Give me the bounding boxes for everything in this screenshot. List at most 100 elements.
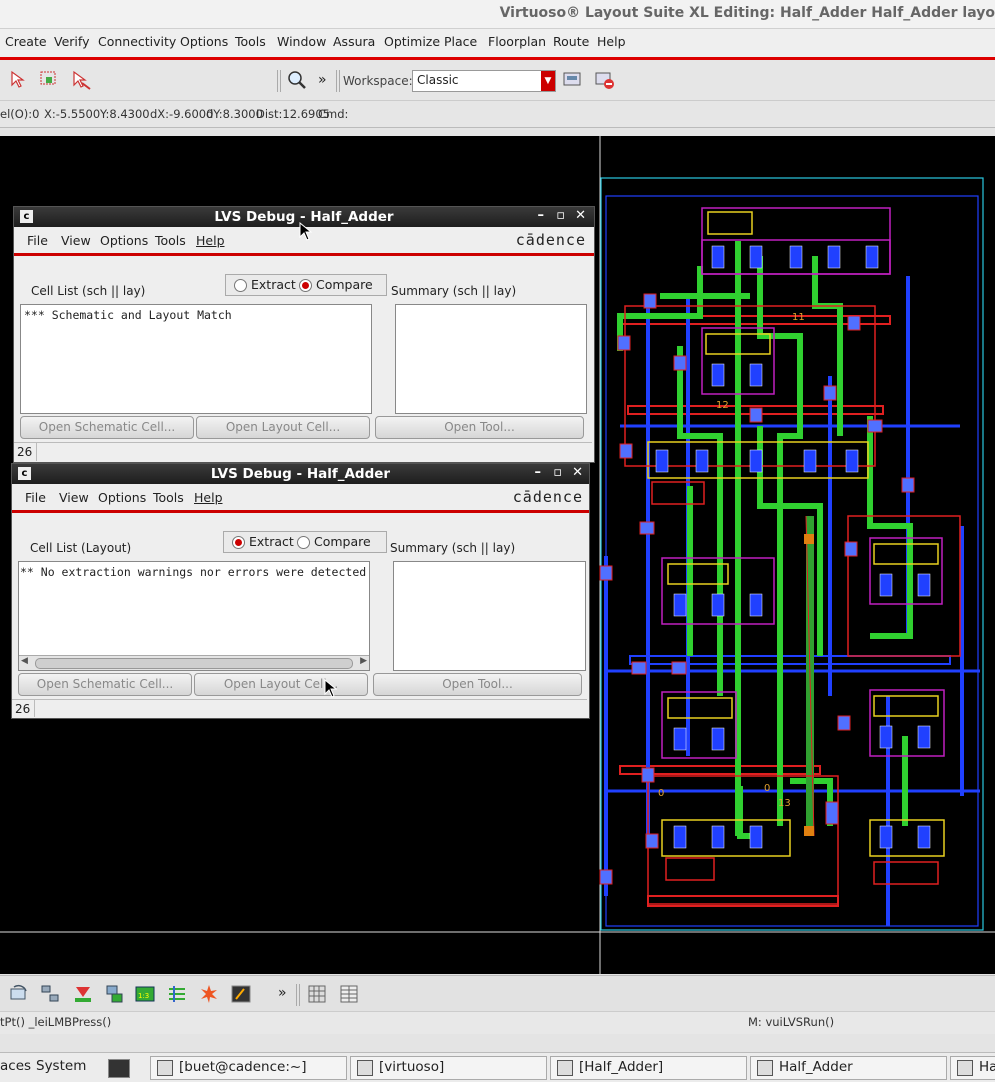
open-tool-button[interactable]: Open Tool... bbox=[373, 673, 582, 696]
script-icon[interactable] bbox=[230, 983, 252, 1005]
terminal-launcher-icon[interactable] bbox=[108, 1059, 130, 1078]
divider bbox=[34, 700, 35, 717]
delete-workspace-icon[interactable] bbox=[594, 69, 616, 91]
scrollbar-thumb[interactable] bbox=[35, 658, 353, 669]
deselect-icon[interactable] bbox=[70, 69, 92, 91]
net-label-12: 12 bbox=[716, 400, 729, 411]
menu-file[interactable]: File bbox=[25, 490, 46, 505]
close-icon[interactable]: ✕ bbox=[572, 465, 583, 480]
grid-icon[interactable] bbox=[306, 983, 328, 1005]
explode-icon[interactable] bbox=[198, 983, 220, 1005]
system-menu[interactable]: System bbox=[36, 1058, 86, 1074]
open-layout-cell-button[interactable]: Open Layout Cell... bbox=[196, 416, 370, 439]
menu-place[interactable]: Place bbox=[444, 34, 477, 49]
task-virtuoso[interactable]: [virtuoso] bbox=[350, 1056, 547, 1080]
menu-create[interactable]: Create bbox=[5, 34, 47, 49]
menu-tools[interactable]: Tools bbox=[153, 490, 184, 505]
select-pointer-icon[interactable] bbox=[8, 69, 30, 91]
cadence-logo: cādence bbox=[515, 231, 586, 249]
route-icon[interactable] bbox=[166, 983, 188, 1005]
menu-window[interactable]: Window bbox=[277, 34, 326, 49]
zoom-icon[interactable] bbox=[286, 69, 308, 91]
open-schematic-cell-button[interactable]: Open Schematic Cell... bbox=[20, 416, 194, 439]
lvs-debug-dialog-compare: c LVS Debug - Half_Adder – ▫ ✕ File View… bbox=[13, 206, 595, 463]
menu-options[interactable]: Options bbox=[98, 490, 146, 505]
menu-file[interactable]: File bbox=[27, 233, 48, 248]
minimize-icon[interactable]: – bbox=[535, 465, 542, 480]
workspace-label: Workspace: bbox=[343, 74, 413, 88]
horizontal-scrollbar[interactable]: ◀ ▶ bbox=[19, 655, 369, 670]
summary-box[interactable] bbox=[395, 304, 587, 414]
menu-help[interactable]: Help bbox=[597, 34, 626, 49]
task-label: Half_Adder bbox=[779, 1059, 853, 1075]
close-icon[interactable]: ✕ bbox=[575, 208, 586, 223]
menu-route[interactable]: Route bbox=[553, 34, 589, 49]
cell-list-box[interactable]: *** Schematic and Layout Match bbox=[20, 304, 372, 414]
marker-icon[interactable] bbox=[72, 983, 94, 1005]
main-toolbar: » Workspace: Classic ▼ bbox=[0, 60, 995, 101]
open-layout-cell-button[interactable]: Open Layout Cell... bbox=[194, 673, 368, 696]
workspace-select[interactable]: Classic ▼ bbox=[412, 70, 556, 92]
task-label: [Half_Adder] bbox=[579, 1059, 664, 1075]
cursor-y: Y:8.4300 bbox=[100, 107, 150, 121]
menu-view[interactable]: View bbox=[61, 233, 91, 248]
save-workspace-icon[interactable] bbox=[562, 69, 584, 91]
mouse-pointer-icon bbox=[299, 222, 313, 241]
dialog-titlebar[interactable]: c LVS Debug - Half_Adder – ▫ ✕ bbox=[12, 464, 589, 484]
chevron-down-icon[interactable]: ▼ bbox=[541, 71, 555, 91]
extract-radio[interactable] bbox=[234, 279, 247, 292]
compare-radio[interactable] bbox=[299, 279, 312, 292]
menu-help[interactable]: Help bbox=[194, 490, 223, 505]
menu-tools[interactable]: Tools bbox=[155, 233, 186, 248]
task-half-adder-schematic[interactable]: [Half_Adder] bbox=[550, 1056, 747, 1080]
cursor-x: X:-5.5500 bbox=[44, 107, 101, 121]
cadence-icon bbox=[357, 1060, 373, 1076]
mouse-binding-middle: M: vuiLVSRun() bbox=[748, 1015, 835, 1029]
minimize-icon[interactable]: – bbox=[538, 208, 545, 223]
menu-connectivity[interactable]: Connectivity bbox=[98, 34, 176, 49]
compare-radio[interactable] bbox=[297, 536, 310, 549]
maximize-icon[interactable]: ▫ bbox=[556, 208, 565, 223]
cell-list-box[interactable]: ** No extraction warnings nor errors wer… bbox=[18, 561, 370, 671]
cell-list-entry[interactable]: ** No extraction warnings nor errors wer… bbox=[20, 565, 366, 579]
task-half-adder-lvs[interactable]: Ha bbox=[950, 1056, 995, 1080]
hierarchy-icon[interactable] bbox=[40, 983, 62, 1005]
task-terminal[interactable]: [buet@cadence:~] bbox=[150, 1056, 347, 1080]
cadence-logo: cādence bbox=[512, 488, 583, 506]
table-icon[interactable] bbox=[338, 983, 360, 1005]
toolbar-more-button[interactable]: » bbox=[318, 72, 327, 88]
extract-radio[interactable] bbox=[232, 536, 245, 549]
task-label: Ha bbox=[979, 1059, 995, 1075]
probe-icon[interactable]: 1:3 bbox=[134, 983, 156, 1005]
menu-options[interactable]: Options bbox=[180, 34, 228, 49]
menu-verify[interactable]: Verify bbox=[54, 34, 89, 49]
places-menu[interactable]: aces bbox=[0, 1058, 31, 1074]
menu-options[interactable]: Options bbox=[100, 233, 148, 248]
menu-help[interactable]: Help bbox=[196, 233, 225, 248]
summary-label: Summary (sch || lay) bbox=[390, 541, 516, 555]
task-half-adder-layout[interactable]: Half_Adder bbox=[750, 1056, 947, 1080]
system-taskbar: aces System [buet@cadence:~] [virtuoso] … bbox=[0, 1052, 995, 1082]
menu-floorplan[interactable]: Floorplan bbox=[488, 34, 546, 49]
menu-assura[interactable]: Assura bbox=[333, 34, 375, 49]
menu-optimize[interactable]: Optimize bbox=[384, 34, 440, 49]
summary-box[interactable] bbox=[393, 561, 586, 671]
maximize-icon[interactable]: ▫ bbox=[553, 465, 562, 480]
open-tool-button[interactable]: Open Tool... bbox=[375, 416, 584, 439]
cell-list-label: Cell List (sch || lay) bbox=[31, 284, 146, 298]
scroll-left-icon[interactable]: ◀ bbox=[21, 656, 28, 666]
scroll-right-icon[interactable]: ▶ bbox=[360, 656, 367, 666]
layer-icon[interactable] bbox=[104, 983, 126, 1005]
divider bbox=[12, 699, 587, 700]
coordinate-status-line: el(O):0 X:-5.5500 Y:8.4300 dX:-9.6000 dY… bbox=[0, 101, 995, 128]
area-select-icon[interactable] bbox=[38, 69, 60, 91]
divider bbox=[36, 443, 37, 461]
bottom-more-button[interactable]: » bbox=[278, 985, 287, 1001]
cell-list-entry[interactable]: *** Schematic and Layout Match bbox=[24, 308, 232, 322]
open-schematic-cell-button[interactable]: Open Schematic Cell... bbox=[18, 673, 192, 696]
rotate-icon[interactable] bbox=[8, 983, 30, 1005]
command: Cmd: bbox=[318, 107, 349, 121]
layout-icon bbox=[957, 1060, 973, 1076]
menu-view[interactable]: View bbox=[59, 490, 89, 505]
menu-tools[interactable]: Tools bbox=[235, 34, 266, 49]
